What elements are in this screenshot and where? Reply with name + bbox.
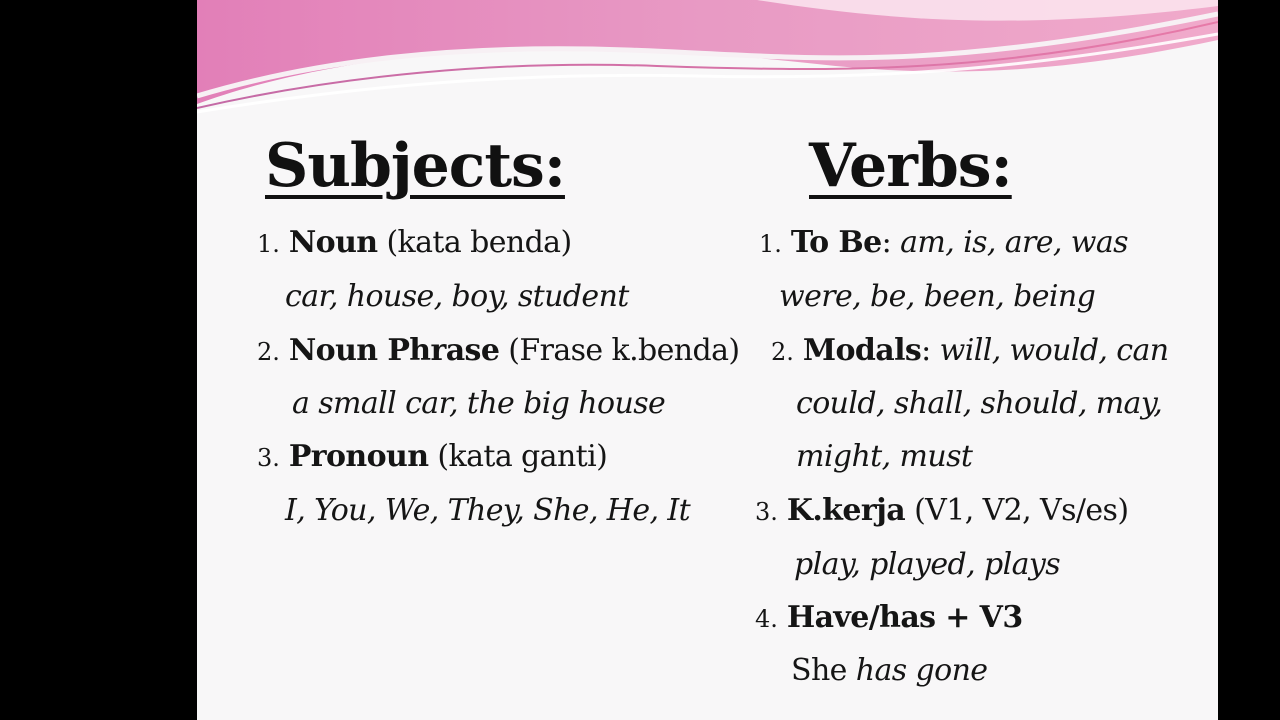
example-plain: She xyxy=(791,653,847,688)
item-inline-examples: am, is, are, was xyxy=(900,225,1128,260)
verbs-heading: Verbs: xyxy=(809,131,1013,201)
subject-examples-noun-phrase: a small car, the big house xyxy=(292,386,666,421)
item-number: 3. xyxy=(755,498,778,526)
verb-item-to-be: 1. To Be: am, is, are, was xyxy=(759,225,1129,262)
item-term: K.kerja xyxy=(786,493,906,528)
verb-examples-have-has: She has gone xyxy=(791,653,988,689)
item-separator: : xyxy=(881,225,892,260)
verb-item-k-kerja: 3. K.kerja (V1, V2, Vs/es) xyxy=(755,493,1129,530)
item-separator: : xyxy=(921,333,931,368)
verb-item-have-has: 4. Have/has + V3 xyxy=(755,600,1023,637)
item-note: (kata benda) xyxy=(386,225,572,260)
verb-examples-k-kerja: play, played, plays xyxy=(794,547,1061,582)
item-number: 2. xyxy=(257,338,280,366)
subjects-heading: Subjects: xyxy=(265,131,566,201)
item-number: 1. xyxy=(759,230,782,258)
item-number: 3. xyxy=(257,444,280,472)
subject-examples-noun: car, house, boy, student xyxy=(285,279,629,314)
subject-item-pronoun: 3. Pronoun (kata ganti) xyxy=(257,439,608,476)
item-number: 4. xyxy=(755,605,778,633)
item-term: Noun xyxy=(288,225,378,260)
verb-examples-to-be: were, be, been, being xyxy=(779,279,1096,314)
verb-examples-modals-line-2: might, must xyxy=(796,439,973,474)
subject-item-noun: 1. Noun (kata benda) xyxy=(257,225,572,262)
slide: Subjects: 1. Noun (kata benda) car, hous… xyxy=(197,0,1218,720)
subject-item-noun-phrase: 2. Noun Phrase (Frase k.benda) xyxy=(257,333,740,370)
item-number: 1. xyxy=(257,230,280,258)
item-term: Have/has + V3 xyxy=(786,600,1023,635)
decorative-banner xyxy=(197,0,1218,114)
item-term: Modals xyxy=(802,333,922,368)
item-note: (Frase k.benda) xyxy=(508,333,740,368)
item-term: Pronoun xyxy=(288,439,429,474)
video-frame: Subjects: 1. Noun (kata benda) car, hous… xyxy=(0,0,1280,720)
item-term: Noun Phrase xyxy=(288,333,500,368)
verb-item-modals: 2. Modals: will, would, can xyxy=(771,333,1169,370)
subject-examples-pronoun: I, You, We, They, She, He, It xyxy=(285,493,691,528)
item-term: To Be xyxy=(790,225,882,260)
item-note: (kata ganti) xyxy=(437,439,608,474)
item-note: (V1, V2, Vs/es) xyxy=(914,493,1129,528)
item-number: 2. xyxy=(771,338,794,366)
item-inline-examples: will, would, can xyxy=(939,333,1169,368)
verb-examples-modals-line-1: could, shall, should, may, xyxy=(796,386,1163,421)
example-italic: has gone xyxy=(855,653,988,688)
